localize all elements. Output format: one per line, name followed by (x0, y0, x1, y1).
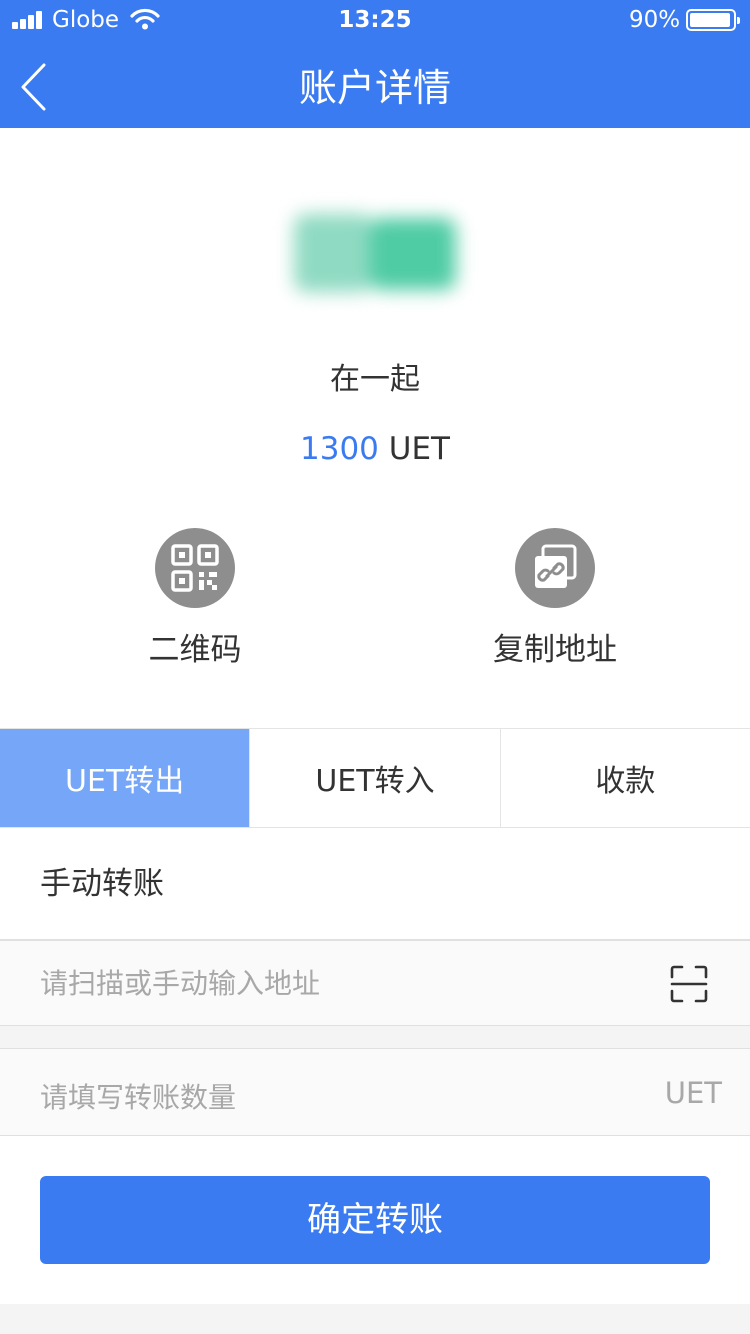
top-bar: Globe 13:25 90% 账户详情 (0, 0, 750, 128)
tab-uet-out[interactable]: UET转出 (0, 729, 250, 827)
copy-link-icon (515, 528, 595, 608)
app-screen: Globe 13:25 90% 账户详情 在一起 1300 UET 二维码 复制… (0, 0, 750, 1334)
account-name: 在一起 (330, 362, 420, 397)
scan-icon[interactable] (670, 965, 708, 1003)
address-field[interactable]: 请扫描或手动输入地址 (0, 940, 750, 1026)
page-title: 账户详情 (298, 66, 451, 110)
battery-percent: 90% (629, 7, 681, 33)
manual-transfer-title: 手动转账 (0, 828, 750, 940)
account-balance: 1300 UET (0, 428, 750, 470)
tab-uet-in[interactable]: UET转入 (249, 729, 499, 827)
battery-icon (686, 9, 740, 31)
amount-field[interactable]: 请填写转账数量 UET (0, 1048, 750, 1136)
account-card: 在一起 1300 UET 二维码 复制地址 (0, 128, 750, 728)
qr-code-label: 二维码 (148, 632, 242, 668)
qr-code-button[interactable]: 二维码 (95, 528, 295, 678)
address-placeholder: 请扫描或手动输入地址 (40, 967, 321, 1000)
confirm-area: 确定转账 (0, 1136, 750, 1304)
copy-address-label: 复制地址 (493, 632, 617, 668)
balance-amount: 1300 (300, 431, 379, 467)
qr-code-icon (155, 528, 235, 608)
confirm-transfer-button[interactable]: 确定转账 (40, 1176, 710, 1264)
account-avatar (290, 208, 460, 296)
copy-address-button[interactable]: 复制地址 (455, 528, 655, 678)
tab-bar: UET转出 UET转入 收款 (0, 728, 750, 828)
amount-unit: UET (664, 1076, 722, 1110)
status-bar: Globe 13:25 90% (0, 0, 750, 40)
tab-receive[interactable]: 收款 (499, 729, 750, 827)
amount-placeholder: 请填写转账数量 (40, 1081, 237, 1114)
balance-unit: UET (378, 431, 450, 467)
